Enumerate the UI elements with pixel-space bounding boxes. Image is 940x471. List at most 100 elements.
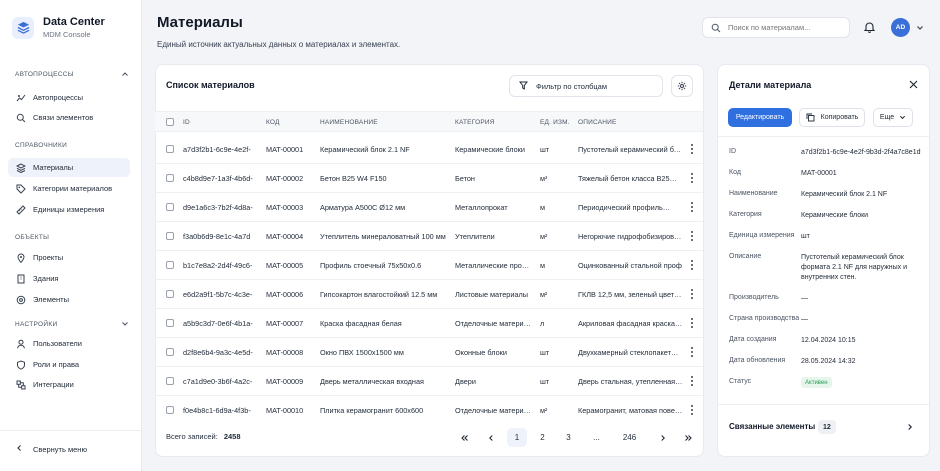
row-checkbox[interactable] (166, 261, 174, 269)
row-checkbox[interactable] (166, 232, 174, 240)
sidebar-item-element-links[interactable]: Связи элементов (8, 108, 130, 127)
row-actions-icon[interactable] (688, 143, 696, 155)
last-page-button[interactable] (679, 428, 698, 447)
notifications-button[interactable] (863, 21, 876, 35)
cell-unit: шт (540, 377, 550, 386)
row-checkbox[interactable] (166, 290, 174, 298)
column-header-id[interactable]: ID (183, 119, 190, 126)
search-box[interactable] (702, 17, 850, 38)
collapse-menu-button[interactable]: Свернуть меню (15, 444, 87, 454)
first-page-button[interactable] (455, 428, 474, 447)
column-header-category[interactable]: КАТЕГОРИЯ (455, 119, 495, 126)
table-row[interactable]: b1c7e8a2-2d4f-49c6- MAT-00005 Профиль стое… (155, 251, 703, 280)
row-checkbox[interactable] (166, 174, 174, 182)
table-row[interactable]: d2f8e6b4-9a3c-4e5d- MAT-00008 Окно ПВХ 150… (155, 338, 703, 367)
section-settings[interactable]: НАСТРОЙКИ (15, 320, 129, 328)
cell-unit: шт (540, 145, 550, 154)
detail-label: Дата создания (729, 336, 777, 343)
bell-icon (863, 22, 876, 33)
sidebar-item-buildings[interactable]: Здания (8, 269, 130, 288)
cell-name: Окно ПВХ 1500x1500 мм (320, 348, 404, 357)
chevron-down-icon (917, 26, 923, 30)
row-checkbox[interactable] (166, 203, 174, 211)
table-row[interactable]: f3a0b6d9-8e1c-4a7d MAT-00004 Утеплитель ми… (155, 222, 703, 251)
search-input[interactable] (728, 23, 843, 32)
cell-code: MAT-00006 (266, 290, 304, 299)
user-menu-chevron[interactable] (916, 24, 924, 34)
row-actions-icon[interactable] (688, 201, 696, 213)
select-all-checkbox[interactable] (166, 118, 174, 126)
cell-code: MAT-00009 (266, 377, 304, 386)
prev-page-button[interactable] (481, 428, 500, 447)
cell-category: Листовые материалы (455, 290, 528, 299)
page-button-last[interactable]: 246 (620, 428, 639, 447)
row-checkbox[interactable] (166, 377, 174, 385)
next-page-button[interactable] (653, 428, 672, 447)
details-divider (717, 136, 930, 137)
close-icon (909, 80, 918, 89)
table-row[interactable]: e6d2a9f1-5b7c-4c3e- MAT-00006 Гипсокартон … (155, 280, 703, 309)
row-checkbox[interactable] (166, 348, 174, 356)
cell-category: Утеплители (455, 232, 495, 241)
row-checkbox[interactable] (166, 145, 174, 153)
sidebar-item-units[interactable]: Единицы измерения (8, 200, 130, 219)
section-objects: ОБЪЕКТЫ (15, 234, 129, 241)
column-header-unit[interactable]: ЕД. ИЗМ. (540, 119, 570, 126)
avatar[interactable]: AD (891, 18, 910, 37)
copy-button[interactable]: Копировать (799, 108, 865, 127)
cell-id: c7a1d9e0-3b6f-4a2c- (183, 377, 253, 386)
brand[interactable]: Data Center MDM Console (12, 16, 105, 39)
double-chevron-left-icon (461, 434, 468, 441)
table-row[interactable]: a5b9c3d7-0e6f-4b1a- MAT-00007 Краска фасад… (155, 309, 703, 338)
close-details-button[interactable] (909, 80, 918, 91)
sidebar-item-projects[interactable]: Проекты (8, 248, 130, 267)
column-filter-button[interactable]: Фильтр по столбцам (509, 75, 663, 97)
page-button-3[interactable]: 3 (559, 428, 578, 447)
sidebar-item-materials[interactable]: Материалы (8, 158, 130, 177)
row-actions-icon[interactable] (688, 317, 696, 329)
table-row[interactable]: d9e1a6c3-7b2f-4d8a- MAT-00003 Арматура A50… (155, 193, 703, 222)
cell-category: Оконные блоки (455, 348, 507, 357)
row-actions-icon[interactable] (688, 230, 696, 242)
sidebar-item-label: Роли и права (33, 360, 80, 369)
column-header-name[interactable]: НАИМЕНОВАНИЕ (320, 119, 378, 126)
column-header-description[interactable]: ОПИСАНИЕ (578, 119, 617, 126)
row-actions-icon[interactable] (688, 259, 696, 271)
filter-label: Фильтр по столбцам (536, 81, 607, 91)
sidebar-item-roles[interactable]: Роли и права (8, 355, 130, 374)
row-actions-icon[interactable] (688, 404, 696, 416)
cell-desc: Керамогранит, матовая повер… (578, 406, 683, 415)
sidebar-item-elements[interactable]: Элементы (8, 290, 130, 309)
sidebar-item-autoprocesses[interactable]: Автопроцессы (8, 88, 130, 107)
sidebar-item-label: Здания (33, 274, 59, 283)
table-row[interactable]: c4b8d9e7-1a3f-4b6d- MAT-00002 Бетон B25 W4… (155, 164, 703, 193)
row-actions-icon[interactable] (688, 346, 696, 358)
table-row[interactable]: f0e4b8c1-6d9a-4f3b- MAT-00010 Плитка керам… (155, 396, 703, 425)
table-row[interactable]: c7a1d9e0-3b6f-4a2c- MAT-00009 Дверь металл… (155, 367, 703, 396)
page-button-1[interactable]: 1 (507, 428, 527, 447)
related-elements-label[interactable]: Связанные элементы (729, 422, 815, 431)
row-checkbox[interactable] (166, 406, 174, 414)
row-actions-icon[interactable] (688, 288, 696, 300)
table-row[interactable]: a7d3f2b1-6c9e-4e2f- MAT-00001 Керамический… (155, 135, 703, 164)
edit-button[interactable]: Редактировать (728, 108, 792, 127)
sidebar-item-label: Категории материалов (33, 184, 113, 193)
details-divider (717, 404, 930, 405)
sidebar-item-label: Пользователи (33, 339, 82, 348)
page-button-2[interactable]: 2 (533, 428, 552, 447)
table-settings-button[interactable] (671, 75, 693, 97)
column-header-code[interactable]: КОД (266, 119, 280, 126)
row-actions-icon[interactable] (688, 172, 696, 184)
related-elements-expand[interactable] (906, 423, 914, 433)
filter-icon (518, 81, 529, 92)
row-actions-icon[interactable] (688, 375, 696, 387)
total-label: Всего записей: (166, 432, 218, 441)
row-checkbox[interactable] (166, 319, 174, 327)
sidebar-item-material-categories[interactable]: Категории материалов (8, 179, 130, 198)
detail-label: Код (729, 169, 741, 176)
sidebar-item-integrations[interactable]: Интеграции (8, 375, 130, 394)
cell-unit: шт (540, 348, 550, 357)
section-autoprocesses[interactable]: АВТОПРОЦЕССЫ (15, 70, 129, 78)
sidebar-item-users[interactable]: Пользователи (8, 334, 130, 353)
more-button[interactable]: Еще (873, 108, 913, 127)
